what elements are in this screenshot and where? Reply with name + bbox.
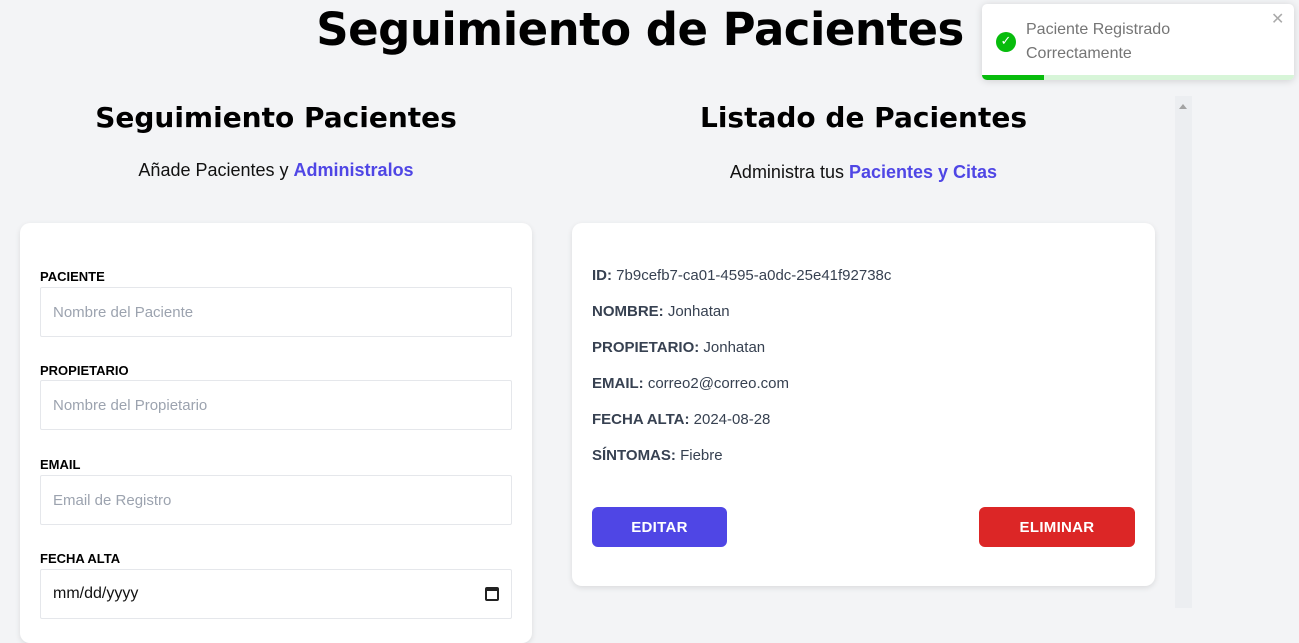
- email-input[interactable]: [40, 475, 512, 525]
- propietario-label: PROPIETARIO: [40, 363, 129, 378]
- fecha-value: 2024-08-28: [693, 411, 771, 428]
- email-value: correo2@correo.com: [647, 375, 789, 392]
- propietario-value: Jonhatan: [703, 339, 766, 356]
- toast-progress-bar: [982, 75, 1045, 80]
- form-section-subtitle: Añade Pacientes y Administralos: [20, 158, 532, 182]
- toast-progress-track: [982, 75, 1294, 80]
- patient-nombre-row: NOMBRE: Jonhatan: [592, 303, 730, 320]
- patient-id-row: ID: 7b9cefb7-ca01-4595-a0dc-25e41f92738c: [592, 267, 891, 284]
- form-section-title: Seguimiento Pacientes: [95, 101, 457, 134]
- paciente-input[interactable]: [40, 287, 512, 337]
- fecha-alta-input[interactable]: mm/dd/yyyy: [40, 569, 512, 619]
- list-subtitle-prefix: Administra tus: [729, 162, 844, 182]
- nombre-label: NOMBRE:: [592, 303, 664, 320]
- patient-card: ID: 7b9cefb7-ca01-4595-a0dc-25e41f92738c…: [572, 223, 1155, 586]
- email-label: EMAIL:: [592, 375, 644, 392]
- patient-email-row: EMAIL: correo2@correo.com: [592, 375, 789, 392]
- id-label: ID:: [592, 267, 612, 284]
- delete-button[interactable]: ELIMINAR: [979, 507, 1135, 547]
- list-subtitle-accent: Pacientes y Citas: [848, 162, 998, 182]
- paciente-label: PACIENTE: [40, 269, 105, 284]
- list-scrollbar[interactable]: [1175, 96, 1192, 608]
- id-value: 7b9cefb7-ca01-4595-a0dc-25e41f92738c: [616, 267, 892, 284]
- edit-button[interactable]: EDITAR: [592, 507, 727, 547]
- patient-propietario-row: PROPIETARIO: Jonhatan: [592, 339, 765, 356]
- patient-sintomas-row: SÍNTOMAS: Fiebre: [592, 447, 723, 464]
- list-section-subtitle: Administra tus Pacientes y Citas: [572, 160, 1155, 184]
- toast-message: Paciente Registrado Correctamente: [1026, 21, 1171, 62]
- calendar-icon[interactable]: [485, 587, 499, 601]
- patient-fecha-row: FECHA ALTA: 2024-08-28: [592, 411, 770, 428]
- scroll-up-icon[interactable]: [1179, 104, 1187, 109]
- sintomas-label: SÍNTOMAS:: [592, 447, 676, 464]
- check-circle-icon: ✓: [996, 32, 1016, 52]
- form-subtitle-accent: Administralos: [293, 160, 414, 180]
- nombre-value: Jonhatan: [667, 303, 730, 320]
- form-subtitle-prefix: Añade Pacientes y: [138, 160, 289, 180]
- propietario-input[interactable]: [40, 380, 512, 430]
- patient-form: PACIENTE PROPIETARIO EMAIL FECHA ALTA mm…: [20, 223, 532, 643]
- fecha-label: FECHA ALTA:: [592, 411, 690, 428]
- fecha-alta-value: mm/dd/yyyy: [53, 585, 139, 602]
- close-icon[interactable]: ✕: [1271, 9, 1284, 28]
- sintomas-value: Fiebre: [680, 447, 723, 464]
- list-section-title: Listado de Pacientes: [699, 101, 1028, 134]
- fecha-alta-label: FECHA ALTA: [40, 551, 121, 566]
- email-label: EMAIL: [40, 457, 81, 472]
- success-toast[interactable]: ✓ Paciente Registrado Correctamente ✕: [982, 4, 1294, 80]
- propietario-label: PROPIETARIO:: [592, 339, 700, 356]
